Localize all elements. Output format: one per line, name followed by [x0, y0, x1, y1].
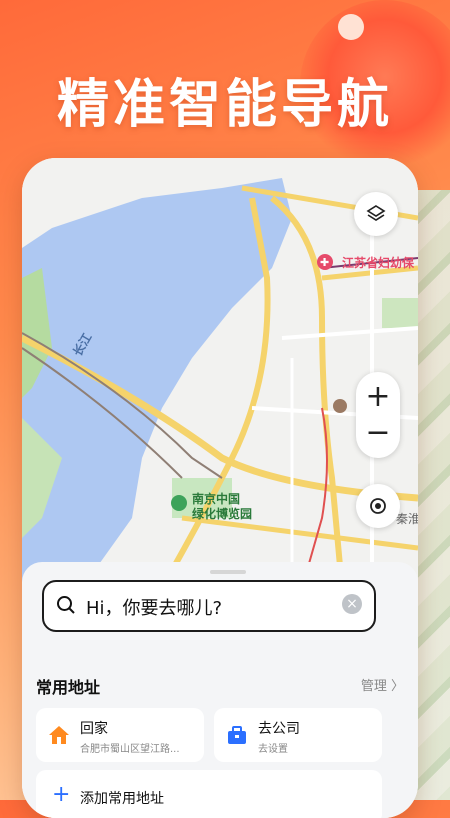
company-card[interactable]: 去公司 去设置	[214, 708, 382, 762]
home-title: 回家	[80, 721, 108, 737]
briefcase-icon	[228, 726, 246, 744]
layers-icon	[366, 205, 386, 221]
sheet-drag-handle[interactable]	[210, 570, 246, 574]
add-address-button[interactable]: + 添加常用地址	[36, 770, 382, 818]
common-address-title: 常用地址	[36, 678, 101, 697]
home-icon	[49, 726, 69, 744]
plus-icon: +	[52, 782, 71, 807]
home-card[interactable]: 回家 合肥市蜀山区望江路...	[36, 708, 204, 762]
clear-icon[interactable]: ×	[342, 594, 362, 614]
background-pin-core	[338, 14, 364, 40]
zoom-in-button[interactable]: +	[356, 382, 400, 412]
svg-text:✚: ✚	[320, 256, 329, 269]
park-label-line2[interactable]: 绿化博览园	[192, 505, 252, 522]
search-icon	[57, 596, 75, 614]
layers-button[interactable]	[354, 192, 398, 236]
hospital-label[interactable]: 江苏省妇幼保	[342, 254, 414, 271]
phone-frame: ✚ 长江 江苏省妇幼保 南京 南京中国 绿化博览园 秦淮 + −	[22, 158, 418, 818]
bottom-sheet: Hi，你要去哪儿? × 常用地址 管理 〉 回家 合肥市蜀山区望江路... 去公…	[22, 562, 418, 818]
locate-icon	[370, 498, 386, 514]
search-placeholder: Hi，你要去哪儿?	[86, 598, 223, 619]
manage-link[interactable]: 管理 〉	[361, 675, 404, 694]
zoom-control: + −	[356, 372, 400, 458]
company-title: 去公司	[258, 721, 300, 737]
add-address-label: 添加常用地址	[80, 791, 164, 807]
locate-button[interactable]	[356, 484, 400, 528]
map-view[interactable]: ✚ 长江 江苏省妇幼保 南京 南京中国 绿化博览园 秦淮 + −	[22, 158, 418, 588]
search-input[interactable]: Hi，你要去哪儿? ×	[42, 580, 376, 632]
home-address: 合肥市蜀山区望江路...	[80, 744, 180, 755]
street-label: 秦淮	[396, 512, 418, 526]
promo-headline: 精准智能导航	[56, 75, 393, 135]
company-subtitle: 去设置	[258, 744, 288, 755]
zoom-out-button[interactable]: −	[356, 418, 400, 448]
